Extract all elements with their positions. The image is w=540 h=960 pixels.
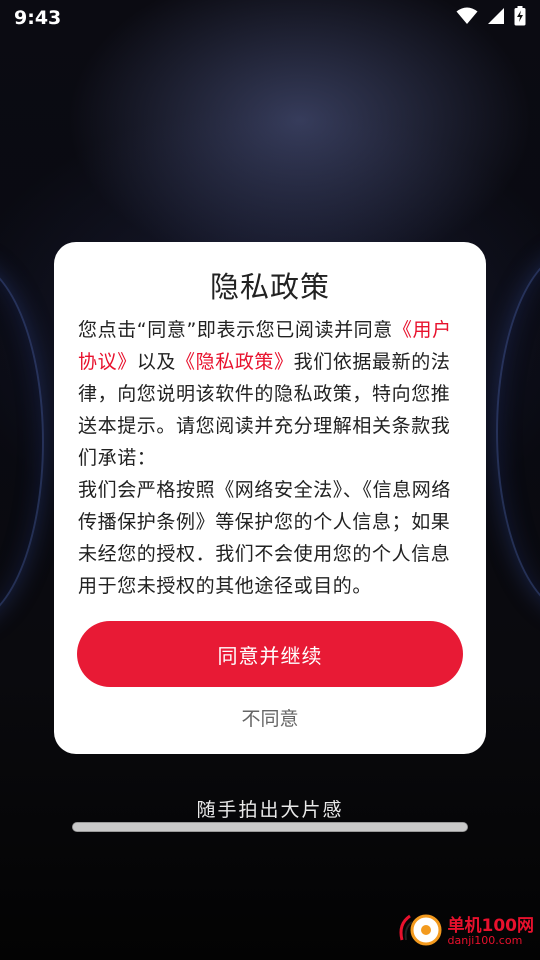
status-icons xyxy=(456,6,526,30)
watermark-text-cn: 单机100网 xyxy=(447,915,535,936)
privacy-policy-link[interactable]: 《隐私政策》 xyxy=(176,351,294,373)
agree-continue-button[interactable]: 同意并继续 xyxy=(77,621,463,687)
site-watermark: 单机100网 danji100.com xyxy=(396,910,535,954)
privacy-policy-dialog: 隐私政策 您点击“同意”即表示您已阅读并同意《用户协议》以及《隐私政策》我们依据… xyxy=(54,242,486,754)
status-bar: 9:43 xyxy=(0,0,540,36)
watermark-text-en: danji100.com xyxy=(447,934,523,948)
dialog-body-paragraph-2: 我们会严格按照《网络安全法》、《信息网络传播保护条例》等保护您的个人信息；如果未… xyxy=(78,479,452,597)
signal-icon xyxy=(487,7,505,29)
lens-ring-left xyxy=(0,260,44,624)
disagree-button[interactable]: 不同意 xyxy=(54,704,486,731)
watermark-text: 单机100网 danji100.com xyxy=(447,915,535,948)
lens-ring-right xyxy=(496,250,540,614)
watermark-logo-icon xyxy=(396,910,444,954)
dialog-title: 隐私政策 xyxy=(209,270,330,304)
splash-progress-bar xyxy=(72,822,468,832)
dialog-body-paragraph-1: 您点击“同意”即表示您已阅读并同意《用户协议》以及《隐私政策》我们依据最新的法律… xyxy=(78,314,462,474)
body-text-and: 以及 xyxy=(136,351,177,373)
splash-progress-fill xyxy=(73,823,467,831)
body-text-intro: 您点击“同意”即表示您已阅读并同意 xyxy=(78,319,393,341)
splash-slogan: 随手拍出大片感 xyxy=(196,799,344,821)
battery-charging-icon xyxy=(514,6,526,30)
status-time: 9:43 xyxy=(14,7,62,29)
wifi-icon xyxy=(456,7,478,29)
